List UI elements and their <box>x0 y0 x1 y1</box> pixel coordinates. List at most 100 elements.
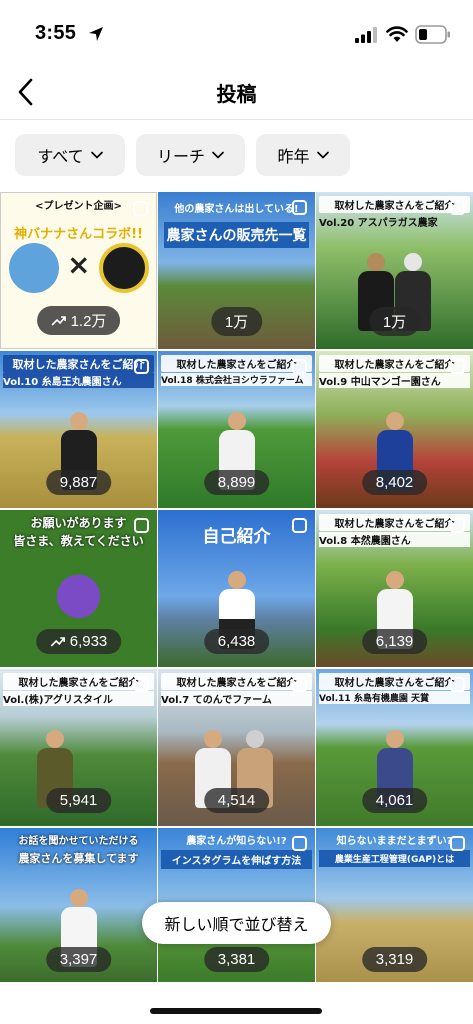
post-thumbnail[interactable]: お願いがあります 皆さま、教えてください 6,933 <box>0 510 157 667</box>
post-thumbnail[interactable]: お話を聞かせていただける 農家さんを募集してます 3,397 <box>0 828 157 985</box>
post-banner-text: 取材した農家さんをご紹介 <box>319 514 470 531</box>
nav-divider <box>0 119 473 120</box>
post-banner-text: 取材した農家さんをご紹介 <box>3 673 154 690</box>
post-thumbnail[interactable]: 取材した農家さんをご紹介 Vol.8 本然農園さん 6,139 <box>316 510 473 667</box>
trend-up-icon <box>50 637 65 647</box>
post-stat-badge: 3,319 <box>361 947 428 972</box>
select-checkbox[interactable] <box>450 200 465 215</box>
select-checkbox[interactable] <box>133 201 148 216</box>
post-stat-badge: 4,061 <box>361 788 428 813</box>
select-checkbox[interactable] <box>134 359 149 374</box>
post-thumbnail[interactable]: 知らないままだとまずい? 農業生産工程管理(GAP)とは 3,319 <box>316 828 473 985</box>
select-checkbox[interactable] <box>134 677 149 692</box>
avatar <box>9 243 59 293</box>
post-banner-text: 取材した農家さんをご紹介 <box>3 355 154 373</box>
wifi-icon <box>386 26 408 42</box>
post-stat-badge: 6,933 <box>35 629 122 654</box>
post-title-text: Vol.20 アスパラガス農家 <box>319 218 438 229</box>
select-checkbox[interactable] <box>292 200 307 215</box>
post-thumbnail[interactable]: 取材した農家さんをご紹介 Vol.7 てのんでファーム 4,514 <box>158 669 315 826</box>
post-title-text: Vol.10 糸島王丸農園さん <box>3 373 154 388</box>
filter-chip-reach[interactable]: リーチ <box>136 134 245 176</box>
post-stat-value: 9,887 <box>59 474 98 491</box>
post-title-text: Vol.8 本然農園さん <box>319 532 470 547</box>
post-stat-badge: 9,887 <box>45 470 112 495</box>
post-stat-badge: 3,381 <box>203 947 270 972</box>
post-stat-badge: 1万 <box>368 307 421 336</box>
post-banner-text: お話を聞かせていただける <box>18 836 139 847</box>
banana-logo <box>99 243 149 293</box>
multiply-icon: × <box>67 248 91 281</box>
post-grid: <プレゼント企画> 神バナナさんコラボ!! × 1.2万 他の農家さんは出してい… <box>0 192 473 985</box>
post-stat-badge: 6,438 <box>203 629 270 654</box>
sort-newest-button[interactable]: 新しい順で並び替え <box>142 902 331 944</box>
post-stat-badge: 1万 <box>210 307 263 336</box>
bottom-safe-area <box>0 982 473 1024</box>
filter-chip-all[interactable]: すべて <box>15 134 125 176</box>
post-stat-value: 4,514 <box>217 792 256 809</box>
post-title-text: 農家さんを募集してます <box>18 852 139 865</box>
post-thumbnail[interactable]: 自己紹介 6,438 <box>158 510 315 667</box>
post-thumbnail[interactable]: 取材した農家さんをご紹介 Vol.20 アスパラガス農家 1万 <box>316 192 473 349</box>
post-title-text: 農業生産工程管理(GAP)とは <box>319 850 470 867</box>
filter-chip-last-year[interactable]: 昨年 <box>256 134 350 176</box>
post-banner-text: 取材した農家さんをご紹介 <box>319 673 470 690</box>
status-time: 3:55 <box>35 22 77 44</box>
post-stat-badge: 6,139 <box>361 629 428 654</box>
post-thumbnail[interactable]: 取材した農家さんをご紹介 Vol.10 糸島王丸農園さん 9,887 <box>0 351 157 508</box>
post-title-text: Vol.18 株式会社ヨシウラファーム <box>161 373 312 386</box>
post-thumbnail[interactable]: 他の農家さんは出している! 農家さんの販売先一覧 1万 <box>158 192 315 349</box>
post-stat-value: 3,397 <box>59 951 98 968</box>
chevron-down-icon <box>316 151 329 159</box>
post-title-text: 農家さんの販売先一覧 <box>164 222 309 248</box>
post-stat-value: 1万 <box>382 314 407 331</box>
filter-bar: すべて リーチ 昨年 <box>15 134 350 176</box>
post-stat-value: 8,402 <box>375 474 414 491</box>
filter-chip-label: すべて <box>37 147 84 166</box>
post-stat-value: 4,061 <box>375 792 414 809</box>
select-checkbox[interactable] <box>292 836 307 851</box>
post-stat-value: 1万 <box>224 314 249 331</box>
page-title: 投稿 <box>216 82 257 106</box>
post-stat-value: 6,139 <box>375 633 414 650</box>
post-title-text: インスタグラムを伸ばす方法 <box>161 850 312 869</box>
select-checkbox[interactable] <box>292 518 307 533</box>
post-banner-text: 取材した農家さんをご紹介 <box>319 355 470 372</box>
filter-chip-label: リーチ <box>156 147 205 166</box>
post-title-text: 神バナナさんコラボ!! <box>14 227 143 242</box>
select-checkbox[interactable] <box>292 359 307 374</box>
post-stat-badge: 8,899 <box>203 470 270 495</box>
home-indicator <box>150 1008 322 1014</box>
post-title-text: 皆さま、教えてください <box>13 534 144 548</box>
post-title-text: Vol.(株)アグリスタイル <box>3 691 154 706</box>
post-stat-value: 8,899 <box>217 474 256 491</box>
post-stat-badge: 1.2万 <box>36 306 121 335</box>
nav-bar: 投稿 <box>0 70 473 114</box>
post-title-text: Vol.9 中山マンゴー園さん <box>319 373 470 388</box>
post-banner-text: 取材した農家さんをご紹介 <box>161 673 312 690</box>
post-banner-text: 取材した農家さんをご紹介 <box>161 355 312 372</box>
location-arrow-icon <box>89 27 103 41</box>
select-checkbox[interactable] <box>450 677 465 692</box>
post-stat-value: 6,438 <box>217 633 256 650</box>
post-stat-value: 1.2万 <box>70 313 107 330</box>
select-checkbox[interactable] <box>450 518 465 533</box>
select-checkbox[interactable] <box>134 518 149 533</box>
post-stat-badge: 3,397 <box>45 947 112 972</box>
post-stat-badge: 8,402 <box>361 470 428 495</box>
chevron-down-icon <box>90 151 103 159</box>
post-thumbnail[interactable]: 取材した農家さんをご紹介 Vol.(株)アグリスタイル 5,941 <box>0 669 157 826</box>
post-stat-value: 5,941 <box>59 792 98 809</box>
select-checkbox[interactable] <box>450 359 465 374</box>
filter-chip-label: 昨年 <box>277 147 310 166</box>
post-thumbnail[interactable]: 取材した農家さんをご紹介 Vol.11 糸島有機農園 天賞 4,061 <box>316 669 473 826</box>
select-checkbox[interactable] <box>450 836 465 851</box>
post-thumbnail[interactable]: 取材した農家さんをご紹介 Vol.18 株式会社ヨシウラファーム 8,899 <box>158 351 315 508</box>
post-thumbnail[interactable]: 取材した農家さんをご紹介 Vol.9 中山マンゴー園さん 8,402 <box>316 351 473 508</box>
post-title-text: Vol.7 てのんでファーム <box>161 691 312 706</box>
post-stat-badge: 4,514 <box>203 788 270 813</box>
battery-icon <box>415 25 450 44</box>
post-stat-value: 3,319 <box>375 951 414 968</box>
post-thumbnail[interactable]: <プレゼント企画> 神バナナさんコラボ!! × 1.2万 <box>0 192 157 349</box>
select-checkbox[interactable] <box>292 677 307 692</box>
